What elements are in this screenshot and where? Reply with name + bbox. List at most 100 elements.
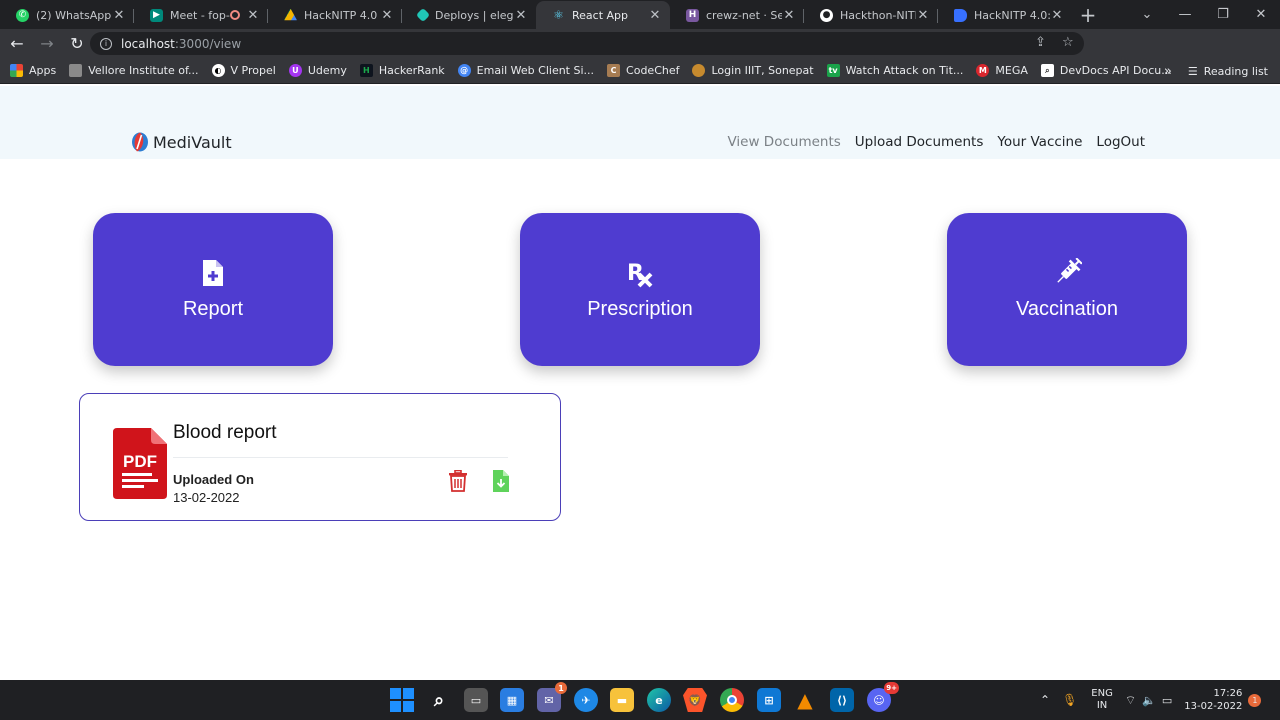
bookmark-email-client[interactable]: @ Email Web Client Si... [457,64,594,77]
teams-chat-icon[interactable]: ✉ 1 [537,682,567,712]
restore-icon[interactable]: ❐ [1204,0,1242,28]
bookmark-tv[interactable]: tv Watch Attack on Tit... [826,64,963,77]
clock-time: 17:26 [1213,688,1243,699]
bookmark-apps[interactable]: Apps [10,64,56,77]
language-indicator[interactable]: ENG IN [1091,688,1113,712]
bookmark-codechef[interactable]: C CodeChef [607,64,679,77]
bookmark-udemy[interactable]: U Udemy [288,64,347,77]
tab-search-icon[interactable]: ⌄ [1128,0,1166,28]
document-name: Blood report [173,422,277,443]
microsoft-store-icon[interactable]: ⊞ [757,688,781,712]
close-icon[interactable]: ✕ [514,8,528,23]
bookmark-star-icon[interactable]: ☆ [1062,35,1074,50]
close-icon[interactable]: ✕ [112,8,126,23]
download-file-icon[interactable] [492,470,509,492]
close-icon[interactable]: ✕ [246,8,260,23]
vscode-icon[interactable]: ⟨⟩ [830,688,854,712]
tab-netlify[interactable]: Deploys | elegant ✕ [402,1,536,29]
site-info-icon[interactable]: i [100,37,112,50]
edge-icon[interactable]: e [647,688,671,712]
nav-your-vaccine[interactable]: Your Vaccine [997,134,1082,150]
close-icon[interactable]: ✕ [782,8,796,23]
devfolio-icon [954,8,967,22]
share-icon[interactable]: ⇪ [1035,35,1046,50]
tab-devfolio[interactable]: HackNITP 4.0: Da ✕ [938,1,1072,29]
microphone-icon[interactable]: 🎙 [1062,693,1077,707]
tab-title: Meet - fop-n [170,8,230,22]
category-prescription-card[interactable]: R Prescription [520,213,760,366]
uploaded-date: 13-02-2022 [173,490,240,505]
tab-whatsapp[interactable]: ✆ (2) WhatsApp ✕ [0,1,134,29]
window-controls: ⌄ — ❐ ✕ [1128,0,1280,29]
search-icon[interactable]: ⌕ [427,688,451,712]
file-medical-icon [203,260,223,286]
tab-react-app[interactable]: ⚛ React App ✕ [536,1,670,29]
nav-upload-documents[interactable]: Upload Documents [855,134,984,150]
discord-icon[interactable]: ☺ 9+ [867,682,899,712]
new-tab-button[interactable]: + [1072,1,1104,29]
bookmark-vit[interactable]: Vellore Institute of... [69,64,199,77]
tab-drive[interactable]: HackNITP 4.0 - R ✕ [268,1,402,29]
more-bookmarks-button[interactable]: » [1164,64,1172,79]
wifi-icon[interactable]: ⌔ [1125,693,1136,708]
reading-list-button[interactable]: Reading list [1204,65,1268,78]
bookmark-iiit[interactable]: Login IIIT, Sonepat [692,64,814,77]
prescription-icon: R [627,261,653,288]
brand[interactable]: MediVault [131,132,232,152]
forward-icon[interactable]: → [34,31,60,57]
close-icon[interactable]: ✕ [648,8,662,23]
clock[interactable]: 17:26 13-02-2022 [1184,687,1242,713]
hidden-icons-chevron-icon[interactable]: ⌃ [1040,693,1050,707]
nav-view-documents[interactable]: View Documents [727,134,840,150]
tab-github[interactable]: ● Hackthon-NITP-F ✕ [804,1,938,29]
trash-icon[interactable] [448,470,468,492]
settings-app-icon[interactable]: ✈ [574,688,598,712]
bookmark-vpropel[interactable]: ◐ V Propel [211,64,276,77]
category-label: Report [182,298,244,320]
tab-heroku[interactable]: H crewz-net · Settin ✕ [670,1,804,29]
tab-title: Hackthon-NITP-F [840,8,916,22]
tab-meet[interactable]: ▶ Meet - fop-n ✕ [134,1,268,29]
battery-icon[interactable]: ▭ [1162,694,1172,707]
widgets-icon[interactable]: ▦ [500,688,524,712]
bookmark-mega[interactable]: M MEGA [976,64,1028,77]
close-icon[interactable]: ✕ [1050,8,1064,23]
vlc-icon[interactable]: ▲ [793,688,817,712]
back-icon[interactable]: ← [4,31,30,57]
reload-icon[interactable]: ↻ [64,31,90,57]
chat-badge: 1 [555,682,567,694]
file-explorer-icon[interactable]: ▬ [610,688,634,712]
devdocs-icon: ⌕ [1040,64,1054,77]
recording-icon [230,10,240,20]
vit-icon [69,64,83,77]
bookmark-devdocs[interactable]: ⌕ DevDocs API Docu... [1040,64,1172,77]
system-tray: ⌃ 🎙 ENG IN ⌔ 🔈 ▭ 17:26 13-02-2022 1 [1040,680,1262,720]
task-view-icon[interactable]: ▭ [464,688,488,712]
close-icon[interactable]: ✕ [916,8,930,23]
windows-taskbar: ⌕ ▭ ▦ ✉ 1 ✈ ▬ e 🦁 ⊞ ▲ ⟨⟩ ☺ 9+ ⌃ 🎙 ENG IN… [0,680,1280,720]
document-card[interactable]: PDF Blood report Uploaded On 13-02-2022 [79,393,561,521]
bookmark-hackerrank[interactable]: H HackerRank [359,64,445,77]
bookmark-label: V Propel [230,64,276,77]
bookmark-label: Udemy [307,64,347,77]
category-report-card[interactable]: Report [93,213,333,366]
notification-badge[interactable]: 1 [1248,693,1262,707]
tab-title: HackNITP 4.0: Da [974,8,1050,22]
chrome-icon[interactable] [720,688,744,712]
mega-icon: M [976,64,990,77]
volume-icon[interactable]: 🔈 [1142,694,1156,707]
windows-start-icon[interactable] [390,688,414,712]
minimize-icon[interactable]: — [1166,0,1204,28]
category-label: Prescription [587,298,693,320]
close-window-icon[interactable]: ✕ [1242,0,1280,28]
address-bar[interactable]: i localhost :3000/view ⇪ ☆ [90,32,1084,55]
category-vaccination-card[interactable]: Vaccination [947,213,1187,366]
close-icon[interactable]: ✕ [380,8,394,23]
reading-list-icon[interactable]: ☰ [1188,65,1198,78]
discord-badge: 9+ [884,682,899,694]
url-host: localhost [121,36,175,51]
syringe-icon [1057,258,1082,283]
nav-logout[interactable]: LogOut [1096,134,1145,150]
tab-title: Deploys | elegant [435,8,514,22]
brave-icon[interactable]: 🦁 [683,688,707,712]
